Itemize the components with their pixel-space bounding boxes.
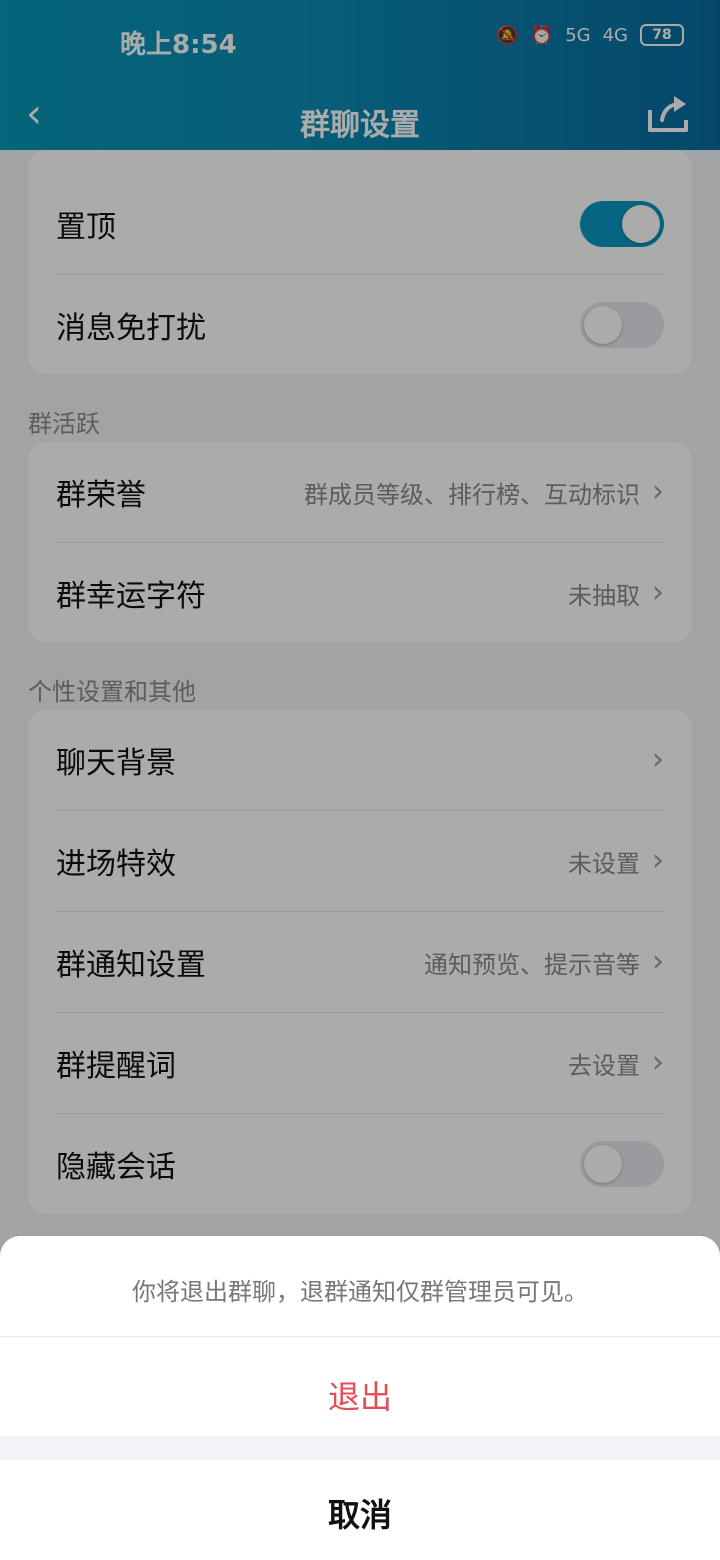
action-sheet-divider — [0, 1336, 720, 1337]
action-sheet: 你将退出群聊，退群通知仅群管理员可见。 退出 — [0, 1236, 720, 1436]
cancel-button[interactable]: 取消 — [0, 1490, 720, 1536]
exit-group-button[interactable]: 退出 — [0, 1372, 720, 1418]
cancel-container: 取消 — [0, 1460, 720, 1560]
action-sheet-gap — [0, 1436, 720, 1460]
action-sheet-message: 你将退出群聊，退群通知仅群管理员可见。 — [132, 1278, 588, 1306]
